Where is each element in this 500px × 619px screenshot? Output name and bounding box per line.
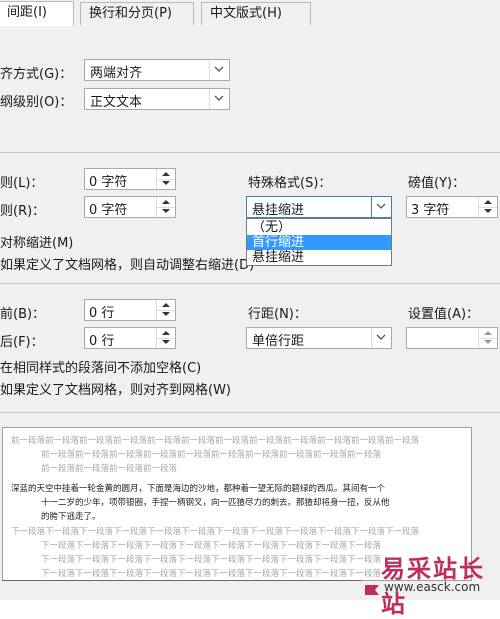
chevron-down-icon[interactable] [209,60,229,80]
chevron-down-icon[interactable] [209,89,229,109]
decrement-icon[interactable] [479,207,497,217]
preview-next-paragraph: 下一段落下一段落下一段落下一段落下一段落下一段落下一段落下一段落下一段落下一段落… [11,527,420,537]
watermark-url: www.easck.com [384,580,481,594]
mirror-indents-checkbox[interactable]: 对称缩进(M) [0,232,73,251]
preview-current-paragraph: 的胯下逃走了。 [41,512,101,522]
stepper-arrows [478,328,497,348]
preview-next-paragraph: 下一段落下一段落下一段落下一段落下一段落下一段落下一段落下一段落下一段落下一段落 [41,541,382,551]
line-spacing-label: 行距(N)： [248,307,307,322]
alignment-select[interactable]: 两端对齐 [84,59,230,81]
spacing-before-value: 0 行 [89,306,115,321]
decrement-icon[interactable] [157,310,175,320]
indent-right-label: 则(R)： [0,204,46,219]
auto-adjust-right-indent-checkbox[interactable]: 如果定义了文档网格，则自动调整右缩进(D) [0,254,254,273]
tab-line-page-breaks[interactable]: 换行和分页(P) [80,2,194,25]
spacing-before-stepper[interactable]: 0 行 [84,299,176,321]
indent-left-stepper[interactable]: 0 字符 [84,168,176,190]
line-spacing-at-stepper[interactable] [406,327,498,349]
preview-prev-paragraph: 前一段落前一段落前一段落前一段落 [41,464,178,474]
chevron-down-icon[interactable] [371,197,391,217]
tab-asian-typography[interactable]: 中文版式(H) [201,2,311,25]
alignment-label: 齐方式(G)： [0,67,73,82]
option-none[interactable]: （无） [247,220,391,235]
stepper-arrows [478,197,497,217]
outline-level-label: 纲级别(O)： [0,95,73,110]
special-format-select[interactable]: 悬挂缩进 [246,196,392,218]
decrement-icon[interactable] [157,207,175,217]
decrement-icon[interactable] [157,338,175,348]
outline-level-select[interactable]: 正文文本 [84,88,230,110]
divider-line [2,580,362,581]
preview-prev-paragraph: 前一段落前一段落前一段落前一段落前一段落前一段落前一段落前一段落前一段落前一段落 [41,450,382,460]
indent-by-value: 3 字符 [411,203,450,218]
snap-to-grid-checkbox[interactable]: 如果定义了文档网格，则对齐到网格(W) [0,379,231,398]
decrement-icon[interactable] [479,338,497,348]
special-format-label: 特殊格式(S)： [248,176,332,191]
separator [0,412,500,413]
special-format-value: 悬挂缩进 [252,203,305,218]
decrement-icon[interactable] [157,179,175,189]
preview-current-paragraph: 深蓝的天空中挂着一轮金黄的圆月，下面是海边的沙地，都种着一望无际的碧绿的西瓜。其… [11,484,386,494]
no-space-same-style-checkbox[interactable]: 在相同样式的段落间不添加空格(C) [0,357,201,376]
preview-next-paragraph: 下一段落下一段落下一段落下一段落下一段落下一段落下一段落下一段落下一段落下一段落 [41,569,382,579]
preview-prev-paragraph: 前一段落前一段落前一段落前一段落前一段落前一段落前一段落前一段落前一段落前一段落… [11,436,420,446]
preview-current-paragraph: 十一二岁的少年，项带银圈，手捏一柄钢叉，向一匹猹尽力的刺去。那猹却将身一扭，反从… [41,498,390,508]
stepper-arrows [156,328,175,348]
indent-right-stepper[interactable]: 0 字符 [84,196,176,218]
tab-indent-spacing[interactable]: 间距(I) [0,1,74,26]
option-hanging[interactable]: 悬挂缩进 [247,250,391,265]
spacing-before-label: 前(B)： [0,307,46,322]
stepper-arrows [156,300,175,320]
separator [0,152,500,153]
alignment-value: 两端对齐 [90,66,143,81]
indent-left-value: 0 字符 [89,175,128,190]
indent-right-value: 0 字符 [89,203,128,218]
indent-by-label: 磅值(Y)： [408,176,466,191]
indent-left-label: 则(L)： [0,176,44,191]
separator [0,283,500,284]
outline-level-value: 正文文本 [90,95,143,110]
line-spacing-value: 单倍行距 [252,334,305,349]
flag-icon [365,585,379,600]
spacing-after-stepper[interactable]: 0 行 [84,327,176,349]
option-first-line[interactable]: 首行缩进 [247,235,391,250]
tab-bar: 间距(I) 换行和分页(P) 中文版式(H) [0,0,500,27]
special-format-dropdown-list: （无） 首行缩进 悬挂缩进 [246,218,392,266]
stepper-arrows [156,197,175,217]
spacing-after-label: 后(F)： [0,335,44,350]
indent-by-stepper[interactable]: 3 字符 [406,196,498,218]
line-spacing-select[interactable]: 单倍行距 [246,327,392,349]
chevron-down-icon[interactable] [371,328,391,348]
line-spacing-at-label: 设置值(A)： [408,307,480,322]
spacing-after-value: 0 行 [89,334,115,349]
preview-next-paragraph: 下一段落下一段落下一段落下一段落下一段落下一段落下一段落下一段落下一段落下一段落 [41,555,382,565]
stepper-arrows [156,169,175,189]
